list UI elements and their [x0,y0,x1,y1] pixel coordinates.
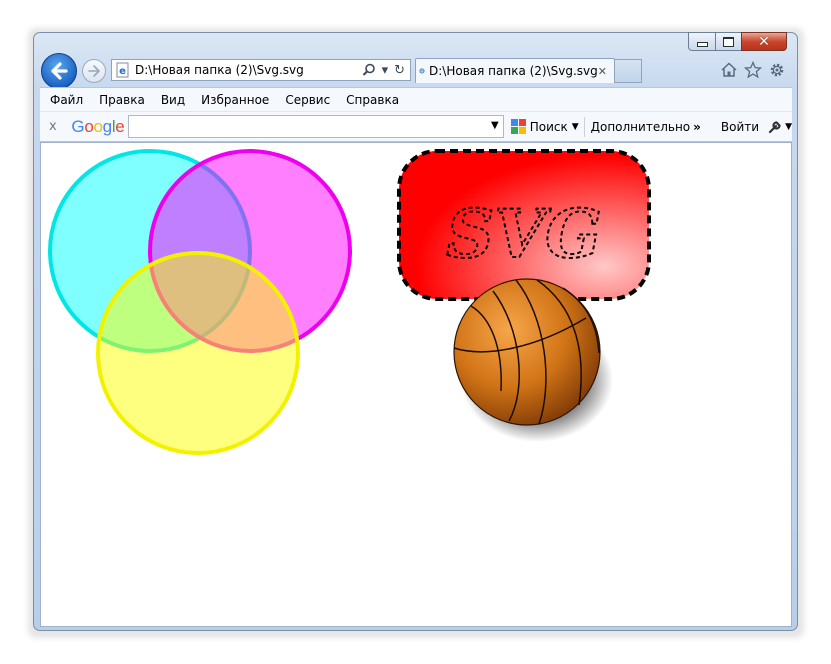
google-search-label: Поиск [529,119,568,134]
menu-view[interactable]: Вид [161,93,185,107]
more-chevron-icon: » [693,119,701,134]
menu-tools[interactable]: Сервис [285,93,330,107]
google-search-icon [510,119,526,134]
menu-bar: Файл Правка Вид Избранное Сервис Справка [40,87,792,111]
back-button[interactable] [41,53,77,89]
google-search-input[interactable]: ▼ [128,115,504,138]
tab-active[interactable]: D:\Новая папка (2)\Svg.svg ✕ [415,58,615,83]
google-logo-letter: o [93,116,103,136]
maximize-button[interactable] [715,32,741,51]
command-icons [720,61,786,79]
gear-icon[interactable] [768,61,786,79]
menu-edit[interactable]: Правка [99,93,145,107]
page-content: SVG [40,142,792,627]
yellow-circle [96,251,300,455]
menu-favorites[interactable]: Избранное [201,93,269,107]
address-text[interactable]: D:\Новая папка (2)\Svg.svg [135,63,362,77]
signin-button[interactable]: Войти [721,120,759,134]
more-button[interactable]: Дополнительно » [591,120,701,134]
forward-arrow-icon [88,65,100,77]
toolbar-separator [583,116,585,137]
close-button[interactable]: ✕ [741,32,787,51]
svg-text:e: e [119,66,126,77]
ie-page-icon: e [116,62,129,78]
address-dropdown-icon[interactable]: ▾ [382,63,389,78]
wrench-button[interactable]: ▼ [767,119,792,135]
google-logo-letter: g [102,116,112,136]
close-icon: ✕ [758,33,770,50]
svg-outlined-text: SVG [446,195,601,273]
address-tools: ▾ ↻ [362,63,405,78]
back-arrow-icon [51,62,68,80]
signin-label: Войти [720,119,760,134]
google-toolbar: x Google ▼ Поиск ▼ Дополнительно » Войти [40,111,792,142]
more-label: Дополнительно [590,119,691,134]
search-dropdown-icon[interactable]: ▼ [491,120,499,131]
refresh-icon[interactable]: ↻ [394,63,405,78]
menu-help[interactable]: Справка [346,93,399,107]
minimize-button[interactable] [688,32,715,51]
home-icon[interactable] [720,61,738,79]
google-logo-letter: e [115,116,125,136]
google-search-button[interactable]: Поиск ▼ [510,118,579,135]
ie-logo-icon [419,68,425,74]
favorites-star-icon[interactable] [744,61,762,79]
forward-button[interactable] [82,59,106,83]
browser-window: ✕ e D:\Новая папка (2)\Svg.svg ▾ ↻ D:\Но… [33,32,798,631]
search-dropdown-arrow-icon[interactable]: ▼ [572,122,579,132]
menu-file[interactable]: Файл [50,93,83,107]
address-bar[interactable]: e D:\Новая папка (2)\Svg.svg ▾ ↻ [111,59,411,81]
search-icon[interactable] [362,63,376,77]
google-logo-letter: o [84,116,94,136]
wrench-dropdown-icon: ▼ [785,121,792,132]
tab-title: D:\Новая папка (2)\Svg.svg [429,64,598,78]
svg-document: SVG [48,149,651,455]
tab-close-icon[interactable]: ✕ [598,65,607,78]
maximize-icon [723,36,734,47]
caption-buttons: ✕ [688,32,787,51]
google-logo-letter: G [71,116,85,136]
new-tab-button[interactable] [615,59,642,83]
wrench-icon [768,120,781,133]
google-toolbar-close-icon[interactable]: x [49,119,62,134]
minimize-icon [696,42,708,47]
google-logo: Google [71,117,124,137]
